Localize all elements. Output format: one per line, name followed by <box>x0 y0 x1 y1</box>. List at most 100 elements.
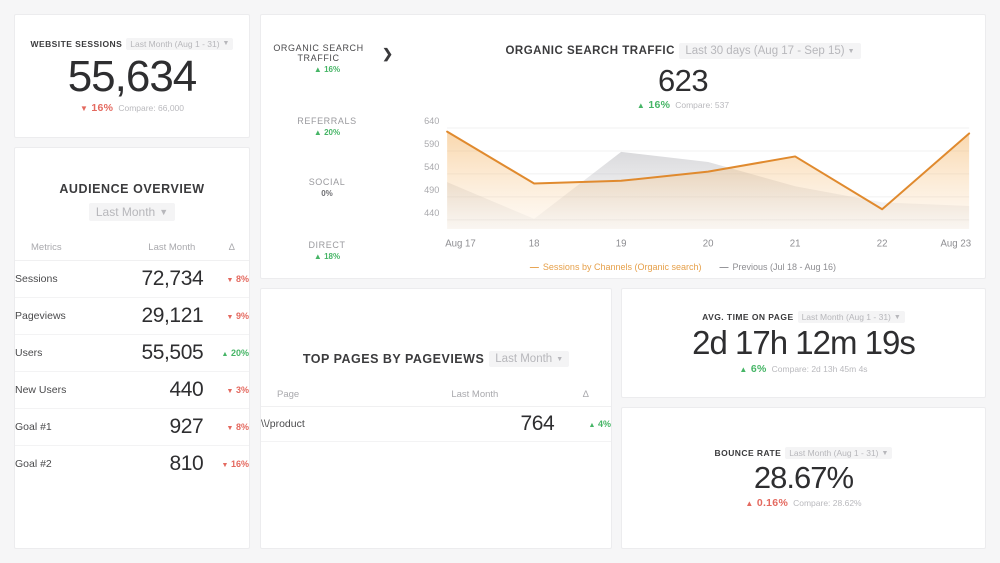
x-axis-tick-label: 21 <box>790 238 801 249</box>
bounce-rate-value: 28.67% <box>753 460 854 496</box>
table-row: New Users 440 ▼ 3% <box>15 371 249 409</box>
row-metric: Pageviews <box>15 297 101 335</box>
top-pages-card: TOP PAGES BY PAGEVIEWS Last Month ▼ Page… <box>260 288 612 549</box>
avg-time-value: 2d 17h 12m 19s <box>692 324 916 362</box>
legend-label: Sessions by Channels (Organic search) <box>542 262 702 273</box>
chevron-down-icon: ▼ <box>847 47 855 55</box>
column-header-metrics[interactable]: Metrics <box>15 235 101 261</box>
column-header-delta[interactable]: Δ <box>554 383 611 407</box>
channel-label: DIRECT <box>308 240 346 250</box>
row-delta-value: 8% <box>235 274 249 284</box>
y-axis-tick-label: 640 <box>424 116 439 126</box>
avg-time-date-range-select[interactable]: Last Month (Aug 1 - 31) ▼ <box>797 311 905 324</box>
bounce-rate-subline: ▲ 0.16% Compare: 28.62% <box>745 497 861 509</box>
chevron-down-icon: ▼ <box>222 40 230 48</box>
organic-chart-compare: Compare: 537 <box>675 100 730 111</box>
left-column: WEBSITE SESSIONS Last Month (Aug 1 - 31)… <box>14 14 250 549</box>
trend-down-icon: ▼ <box>226 314 234 321</box>
row-page[interactable]: \\/product <box>261 406 349 442</box>
chevron-down-icon: ▼ <box>893 313 901 321</box>
column-header-last-month[interactable]: Last Month <box>348 383 555 407</box>
row-value: 927 <box>100 408 204 446</box>
row-delta: ▼ 8% <box>203 260 249 298</box>
trend-up-icon: ▲ <box>313 65 322 74</box>
far-right-column: AVG. TIME ON PAGE Last Month (Aug 1 - 31… <box>621 288 986 549</box>
avg-time-on-page-card: AVG. TIME ON PAGE Last Month (Aug 1 - 31… <box>621 288 986 398</box>
channel-delta: 0% <box>309 189 346 198</box>
audience-overview-title: AUDIENCE OVERVIEW <box>59 182 205 196</box>
bounce-rate-header: BOUNCE RATE Last Month (Aug 1 - 31) ▼ <box>714 447 893 460</box>
row-delta: ▼ 16% <box>203 446 249 483</box>
y-axis-tick-label: 490 <box>424 185 439 195</box>
table-row: Users 55,505 ▲ 20% <box>15 334 249 372</box>
audience-overview-range-wrap: Last Month ▼ <box>15 203 249 221</box>
x-axis-tick-label: 22 <box>877 238 888 249</box>
chevron-right-icon: ❯ <box>382 45 393 61</box>
avg-time-subline: ▲ 6% Compare: 2d 13h 45m 4s <box>739 363 867 375</box>
website-sessions-subline: ▼ 16% Compare: 66,000 <box>80 102 184 114</box>
table-row: \\/product 764 ▲ 4% <box>261 406 611 442</box>
channel-delta-value: 20% <box>324 128 341 137</box>
channel-item-organic-search[interactable]: ORGANIC SEARCH TRAFFIC ❯ ▲ 16% <box>261 43 393 74</box>
row-delta-value: 9% <box>235 311 249 321</box>
top-pages-table-body: \\/product 764 ▲ 4% <box>261 406 611 442</box>
legend-item-current[interactable]: — Sessions by Channels (Organic search) <box>530 262 702 272</box>
avg-time-compare: Compare: 2d 13h 45m 4s <box>771 363 868 374</box>
website-sessions-date-range-select[interactable]: Last Month (Aug 1 - 31) ▼ <box>126 37 234 50</box>
table-row: Goal #2 810 ▼ 16% <box>15 446 249 483</box>
y-axis-tick-label: 590 <box>424 139 439 149</box>
website-sessions-date-range-label: Last Month (Aug 1 - 31) <box>130 38 220 49</box>
trend-down-icon: ▼ <box>226 388 234 395</box>
website-sessions-card: WEBSITE SESSIONS Last Month (Aug 1 - 31)… <box>14 14 250 138</box>
bounce-rate-delta-value: 0.16% <box>756 496 789 509</box>
top-pages-table: Page Last Month Δ \\/product 764 ▲ 4% <box>261 383 611 442</box>
top-pages-date-range-select[interactable]: Last Month ▼ <box>489 351 570 367</box>
top-pages-header: TOP PAGES BY PAGEVIEWS Last Month ▼ <box>261 351 611 367</box>
legend-item-previous[interactable]: — Previous (Jul 18 - Aug 16) <box>720 262 837 272</box>
channel-label: ORGANIC SEARCH TRAFFIC <box>273 43 364 63</box>
column-header-page[interactable]: Page <box>261 383 349 407</box>
y-axis-tick-label: 540 <box>424 162 439 172</box>
audience-overview-date-range-select[interactable]: Last Month ▼ <box>88 203 176 221</box>
trend-up-icon: ▲ <box>313 252 322 261</box>
channel-delta-value: 16% <box>324 65 341 74</box>
row-metric: Sessions <box>15 260 101 298</box>
row-value: 72,734 <box>100 260 204 298</box>
dashboard-root: WEBSITE SESSIONS Last Month (Aug 1 - 31)… <box>0 0 1000 563</box>
legend-label: Previous (Jul 18 - Aug 16) <box>732 262 837 273</box>
channel-item-social[interactable]: SOCIAL 0% <box>309 177 346 198</box>
row-value: 440 <box>100 371 204 409</box>
organic-chart-date-range-select[interactable]: Last 30 days (Aug 17 - Sep 15) ▼ <box>679 43 861 59</box>
row-value: 29,121 <box>100 297 204 335</box>
row-delta-value: 3% <box>235 385 249 395</box>
right-column: ORGANIC SEARCH TRAFFIC ❯ ▲ 16% REFERRALS… <box>260 14 986 549</box>
audience-overview-date-range-label: Last Month <box>95 205 156 219</box>
table-header-row: Page Last Month Δ <box>261 383 611 407</box>
row-delta-value: 16% <box>230 459 249 469</box>
bottom-row: TOP PAGES BY PAGEVIEWS Last Month ▼ Page… <box>260 288 986 549</box>
chevron-down-icon: ▼ <box>159 206 169 217</box>
channel-item-direct[interactable]: DIRECT ▲ 18% <box>308 240 345 261</box>
organic-chart-wrap: ORGANIC SEARCH TRAFFIC Last 30 days (Aug… <box>393 15 985 278</box>
table-row: Pageviews 29,121 ▼ 9% <box>15 297 249 335</box>
legend-line-icon: — <box>719 262 729 273</box>
channel-item-referrals[interactable]: REFERRALS ▲ 20% <box>297 116 356 137</box>
x-axis-tick-label: 18 <box>529 238 540 249</box>
top-pages-title: TOP PAGES BY PAGEVIEWS <box>302 352 485 366</box>
bounce-rate-date-range-select[interactable]: Last Month (Aug 1 - 31) ▼ <box>785 447 893 460</box>
trend-up-icon: ▲ <box>221 351 229 358</box>
avg-time-title: AVG. TIME ON PAGE <box>702 312 794 323</box>
row-value: 55,505 <box>100 334 204 372</box>
column-header-last-month[interactable]: Last Month <box>100 235 204 261</box>
series-area-current <box>447 131 970 230</box>
bounce-rate-title: BOUNCE RATE <box>714 448 782 459</box>
channel-delta: ▲ 18% <box>308 252 345 261</box>
column-header-delta[interactable]: Δ <box>203 235 249 261</box>
row-value: 810 <box>169 452 204 475</box>
channel-delta-value: 0% <box>321 189 333 198</box>
website-sessions-delta: ▼ 16% <box>80 102 113 114</box>
chevron-down-icon: ▼ <box>556 355 564 363</box>
chevron-down-icon: ▼ <box>881 449 889 457</box>
row-metric: Users <box>15 334 101 372</box>
row-delta: ▼ 9% <box>203 297 249 335</box>
